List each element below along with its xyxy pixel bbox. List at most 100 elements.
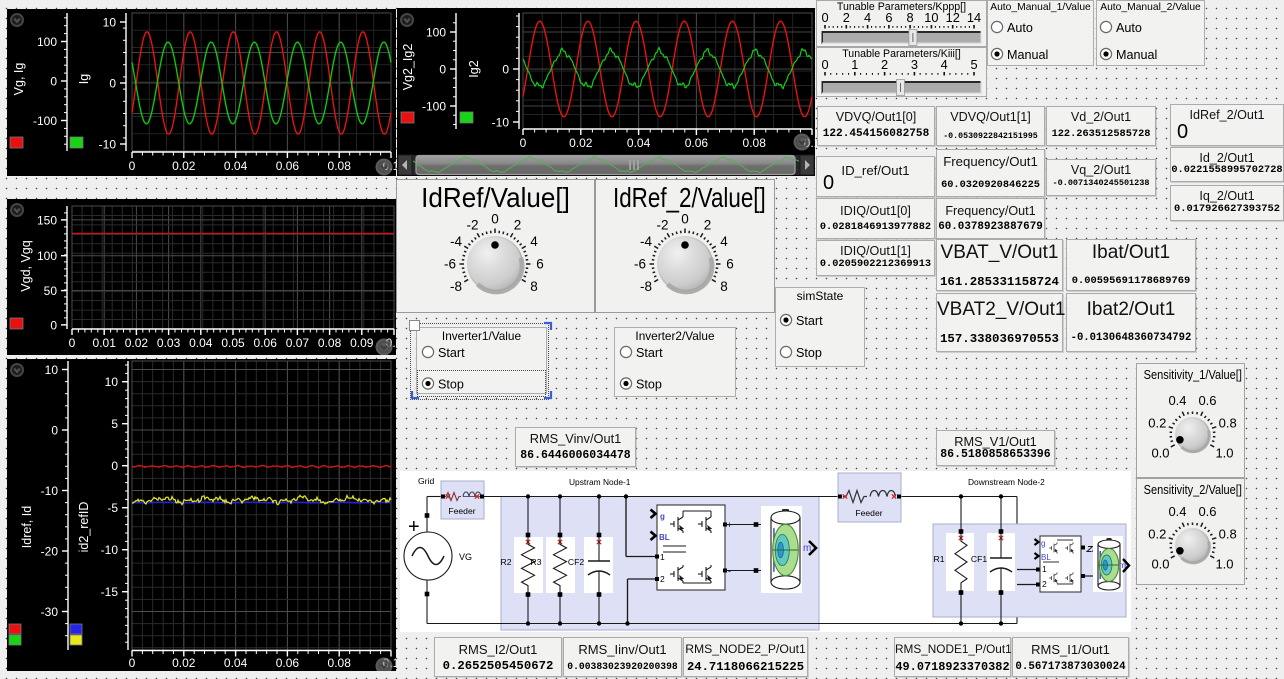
svg-text:6: 6 <box>536 257 544 272</box>
svg-text:+: + <box>408 516 420 538</box>
svg-text:-10: -10 <box>492 116 510 130</box>
svg-text:8: 8 <box>907 10 914 25</box>
svg-text:g: g <box>1041 539 1045 548</box>
svg-text:0.4: 0.4 <box>1168 504 1186 519</box>
svg-text:0: 0 <box>491 212 499 227</box>
svg-text:0.0: 0.0 <box>1151 446 1169 461</box>
svg-text:Start: Start <box>796 314 823 328</box>
svg-text:0: 0 <box>681 212 689 227</box>
svg-text:1: 1 <box>851 57 858 72</box>
svg-text:8: 8 <box>720 279 728 294</box>
svg-text:Vgd, Vgq: Vgd, Vgq <box>19 240 33 291</box>
svg-text:0.08: 0.08 <box>328 656 352 670</box>
svg-text:-4: -4 <box>450 234 462 249</box>
svg-text:0.04: 0.04 <box>224 159 248 173</box>
svg-text:2: 2 <box>514 218 522 233</box>
svg-text:0: 0 <box>50 318 57 332</box>
svg-text:-8: -8 <box>640 279 652 294</box>
svg-text:g: g <box>660 512 665 521</box>
svg-text:-5: -5 <box>107 501 118 515</box>
svg-text:-10: -10 <box>41 484 59 498</box>
svg-text:100: 100 <box>37 35 57 49</box>
svg-text:10: 10 <box>105 375 119 389</box>
svg-text:2: 2 <box>704 218 712 233</box>
svg-text:-10: -10 <box>99 138 117 152</box>
svg-text:-6: -6 <box>634 257 646 272</box>
svg-text:0.2: 0.2 <box>1148 416 1166 431</box>
svg-text:4: 4 <box>941 57 948 72</box>
svg-text:0: 0 <box>520 136 527 150</box>
svg-text:0.03: 0.03 <box>157 336 181 350</box>
svg-text:10: 10 <box>103 16 117 30</box>
svg-text:Manual: Manual <box>1116 48 1157 62</box>
svg-text:Stop: Stop <box>796 346 822 360</box>
svg-text:5: 5 <box>111 417 118 431</box>
svg-text:-15: -15 <box>101 585 119 599</box>
svg-text:0.08: 0.08 <box>743 136 767 150</box>
svg-text:0.8: 0.8 <box>1219 416 1237 431</box>
svg-text:Feeder: Feeder <box>448 506 475 516</box>
svg-text:Ig: Ig <box>77 74 91 84</box>
svg-text:VG: VG <box>459 552 472 562</box>
svg-text:1.0: 1.0 <box>1215 557 1233 572</box>
svg-text:50: 50 <box>44 284 58 298</box>
svg-text:-30: -30 <box>41 605 59 619</box>
svg-text:R3: R3 <box>531 557 542 567</box>
svg-text:0: 0 <box>51 424 58 438</box>
svg-text:0.09: 0.09 <box>350 336 374 350</box>
svg-text:Auto: Auto <box>1007 21 1033 35</box>
svg-text:0.06: 0.06 <box>685 136 709 150</box>
svg-text:-100: -100 <box>33 114 57 128</box>
svg-text:0.08: 0.08 <box>318 336 342 350</box>
svg-text:0: 0 <box>109 77 116 91</box>
svg-text:0.06: 0.06 <box>276 656 300 670</box>
svg-text:-8: -8 <box>450 279 462 294</box>
svg-text:0: 0 <box>502 63 509 77</box>
svg-text:0: 0 <box>439 63 446 77</box>
svg-text:10: 10 <box>45 363 59 377</box>
svg-text:2: 2 <box>881 57 888 72</box>
svg-text:0: 0 <box>821 10 828 25</box>
svg-text:4: 4 <box>720 234 728 249</box>
svg-text:100: 100 <box>37 249 57 263</box>
svg-text:-20: -20 <box>41 545 59 559</box>
svg-text:-6: -6 <box>444 257 456 272</box>
svg-text:Start: Start <box>636 346 663 360</box>
svg-text:Idref, Id: Idref, Id <box>20 506 34 548</box>
svg-text:0.08: 0.08 <box>328 159 352 173</box>
svg-text:10: 10 <box>924 10 938 25</box>
svg-text:Feeder: Feeder <box>855 508 882 518</box>
svg-text:0: 0 <box>821 57 828 72</box>
svg-text:-4: -4 <box>640 234 652 249</box>
svg-text:-2: -2 <box>656 218 668 233</box>
svg-text:Vg2_Ig2: Vg2_Ig2 <box>401 44 415 91</box>
svg-text:1.0: 1.0 <box>1215 446 1233 461</box>
svg-text:2: 2 <box>1042 579 1047 589</box>
svg-text:0.6: 0.6 <box>1198 393 1216 408</box>
svg-text:0: 0 <box>50 75 57 89</box>
svg-text:0.06: 0.06 <box>276 159 300 173</box>
svg-text:Auto: Auto <box>1116 21 1142 35</box>
svg-text:0.8: 0.8 <box>1219 527 1237 542</box>
svg-text:id2_refID: id2_refID <box>77 502 91 553</box>
svg-text:0.01: 0.01 <box>93 336 117 350</box>
svg-text:0.4: 0.4 <box>1168 393 1186 408</box>
svg-text:Grid: Grid <box>418 476 434 486</box>
svg-text:150: 150 <box>37 213 57 227</box>
svg-text:1: 1 <box>1042 564 1047 574</box>
svg-text:3: 3 <box>911 57 918 72</box>
svg-text:0.6: 0.6 <box>1198 504 1216 519</box>
svg-text:0.02: 0.02 <box>172 159 196 173</box>
svg-text:8: 8 <box>530 279 538 294</box>
svg-text:0: 0 <box>111 459 118 473</box>
svg-text:0: 0 <box>129 656 136 670</box>
svg-text:0.07: 0.07 <box>286 336 310 350</box>
svg-text:0.02: 0.02 <box>125 336 149 350</box>
svg-text:0.05: 0.05 <box>221 336 245 350</box>
svg-text:100: 100 <box>426 26 446 40</box>
svg-text:4: 4 <box>864 10 871 25</box>
svg-text:BL: BL <box>659 533 670 542</box>
svg-text:0.2: 0.2 <box>1148 527 1166 542</box>
svg-text:R2: R2 <box>501 557 512 567</box>
svg-text:CF2: CF2 <box>568 557 584 567</box>
